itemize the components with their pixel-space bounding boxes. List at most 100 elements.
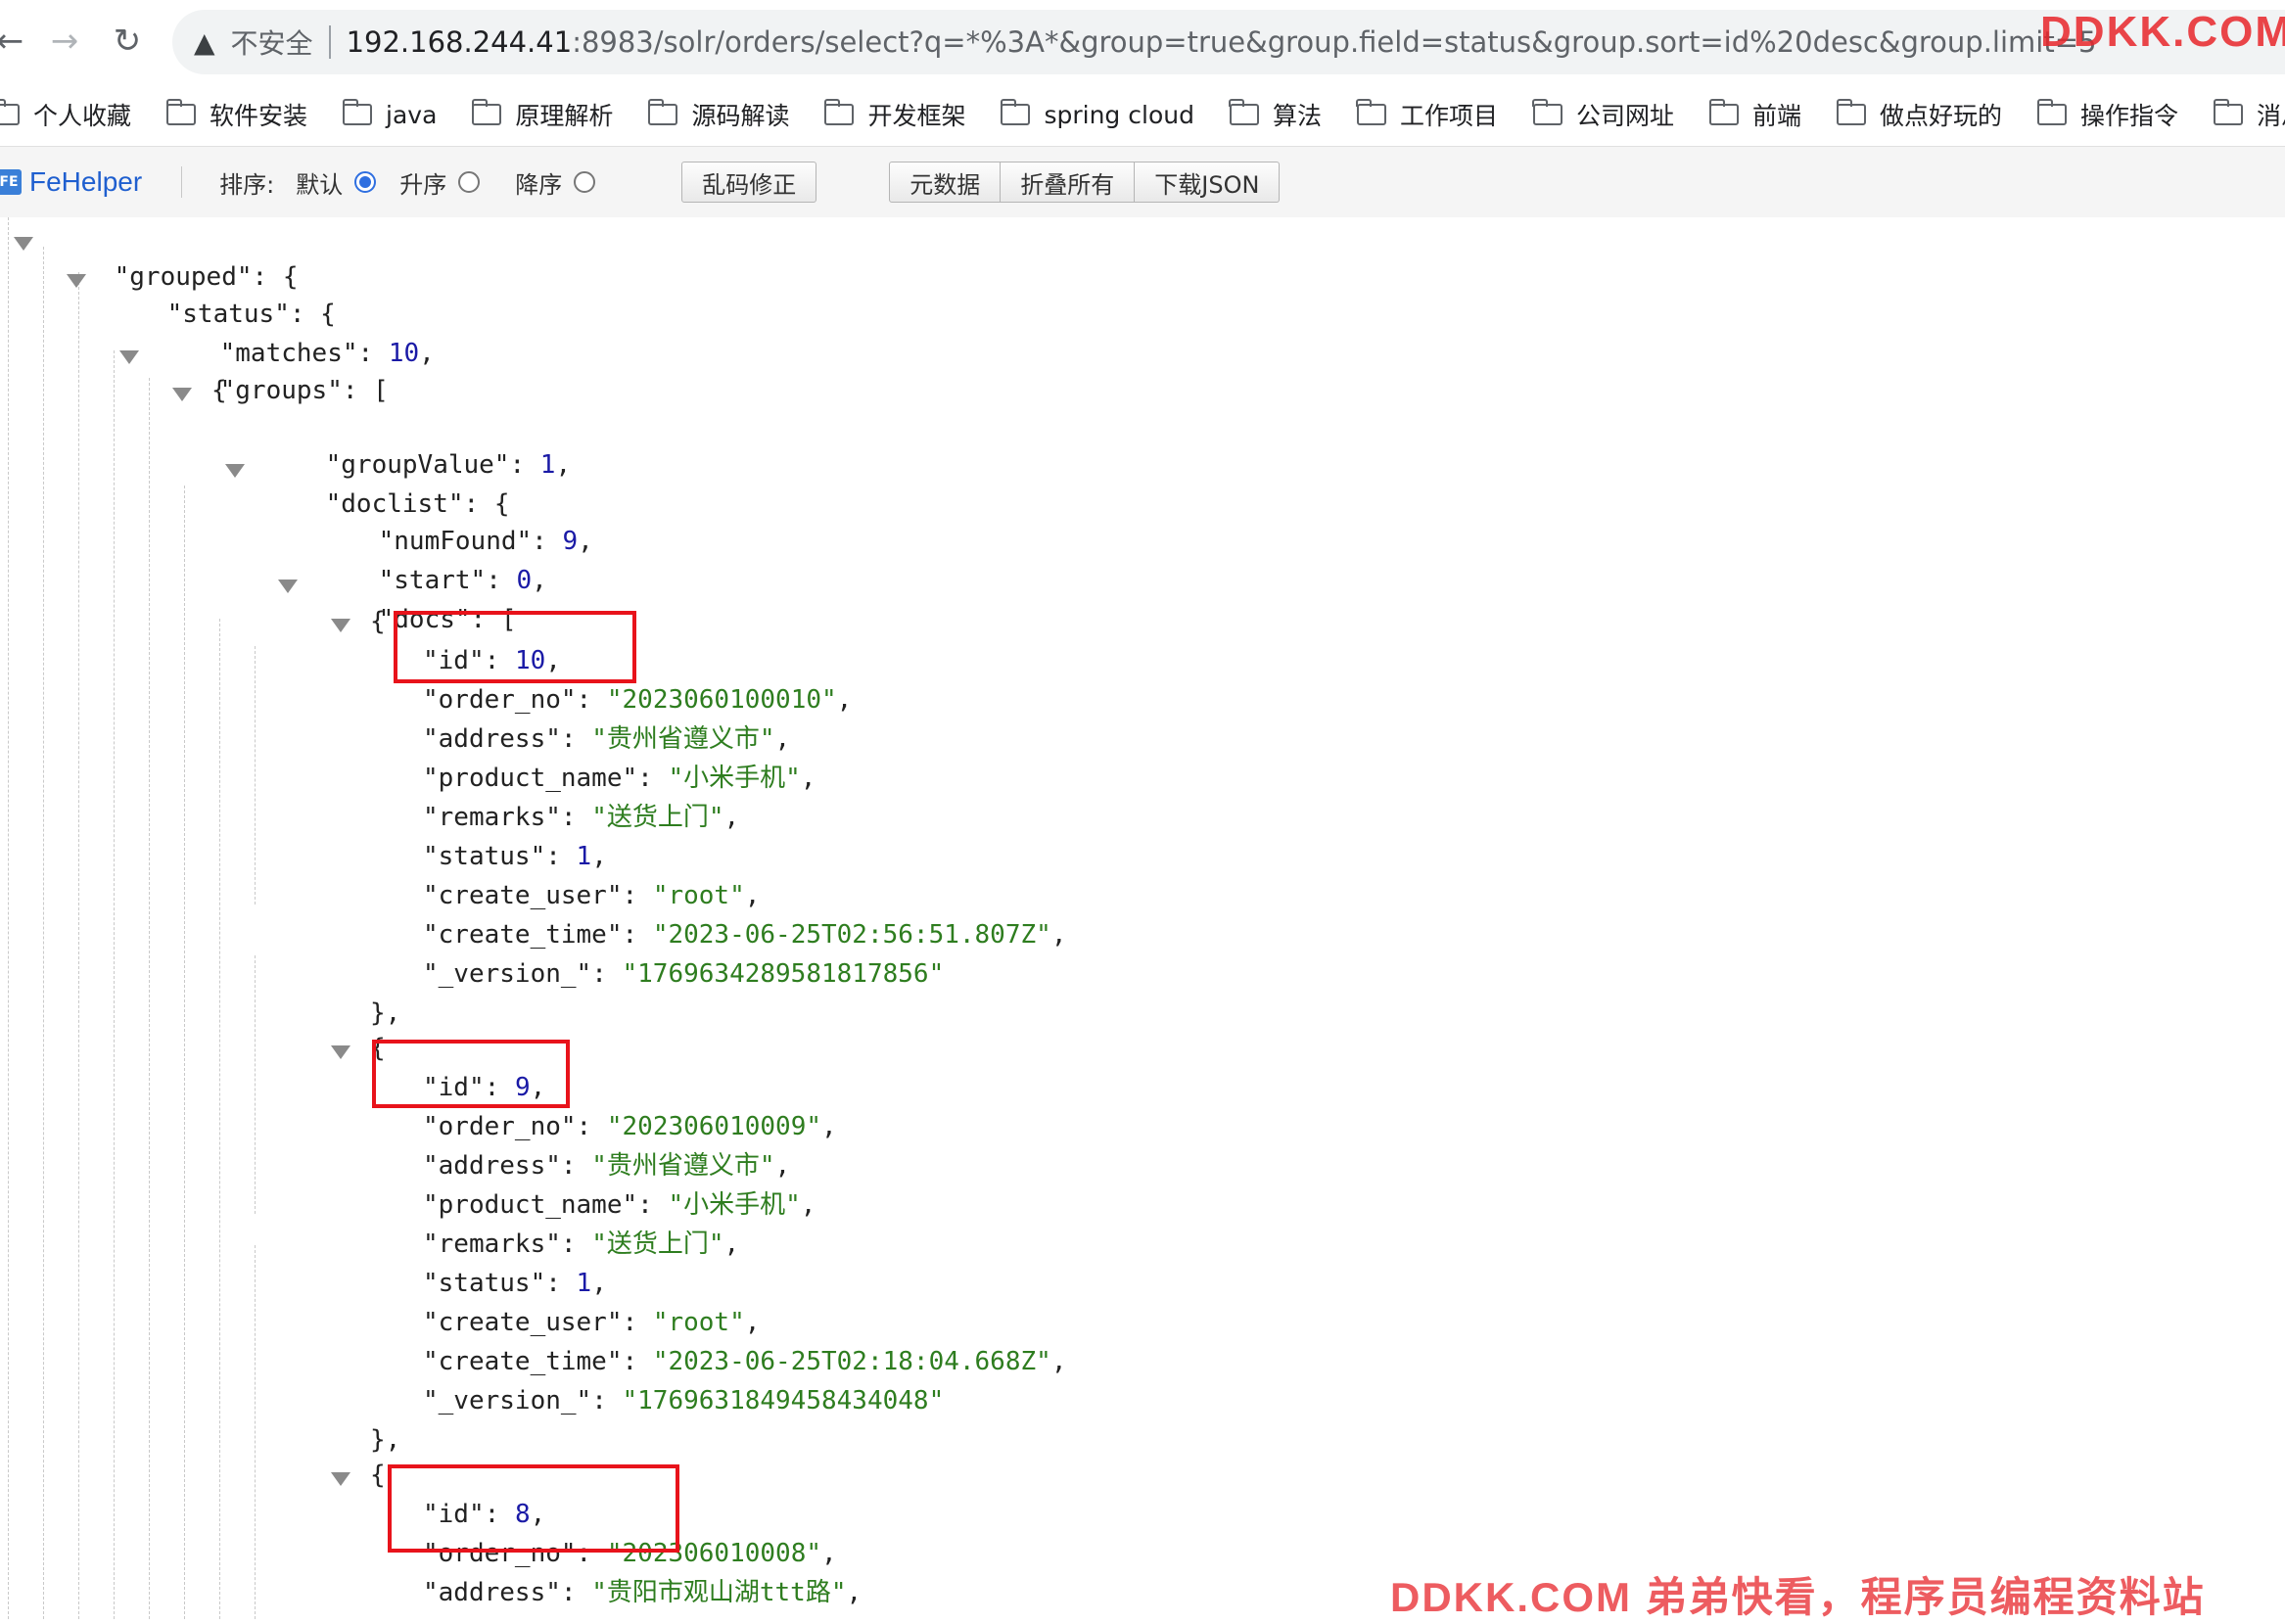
json-key: "remarks"	[423, 803, 561, 832]
json-key: "address"	[423, 1151, 561, 1181]
collapse-toggle-icon[interactable]	[225, 464, 245, 478]
bookmark-label: 源码解读	[691, 102, 790, 130]
json-line: "groups": [	[219, 376, 389, 405]
json-line: "status": 1,	[423, 1269, 607, 1298]
bookmark-item[interactable]: java	[342, 99, 437, 129]
url-path[interactable]: :8983/solr/orders/select?q=*%3A*&group=t…	[572, 25, 2096, 59]
bookmark-item[interactable]: spring cloud	[1000, 99, 1194, 129]
bookmark-item[interactable]: 开发框架	[823, 97, 966, 132]
json-number: 9	[562, 527, 579, 556]
json-key: "status"	[423, 842, 546, 871]
reload-icon[interactable]: ↻	[104, 16, 151, 67]
bookmark-label: 开发框架	[867, 102, 966, 130]
fehelper-brand[interactable]: FeHelper	[29, 166, 142, 198]
watermark-top: DDKK.COM	[2040, 8, 2285, 56]
bookmark-item[interactable]: 操作指令	[2036, 97, 2178, 132]
json-line: "groupValue": 1,	[325, 450, 572, 480]
sort-option-label: 降序	[515, 170, 563, 199]
browser-toolbar: ← → ↻ ▲ 不安全 192.168.244.41:8983/solr/ord…	[0, 0, 2285, 83]
radio-default[interactable]	[354, 171, 377, 193]
highlight-box	[394, 611, 636, 683]
fix-encoding-button[interactable]: 乱码修正	[681, 162, 817, 203]
folder-icon	[1532, 99, 1562, 125]
bookmark-item[interactable]: 源码解读	[647, 97, 790, 132]
json-number: 1	[539, 450, 556, 480]
json-key: "_version_"	[423, 959, 592, 989]
json-line: "numFound": 9,	[378, 527, 593, 556]
bookmark-label: 前端	[1752, 102, 1802, 130]
collapse-toggle-icon[interactable]	[14, 237, 33, 251]
bookmark-item[interactable]: 工作项目	[1356, 97, 1498, 132]
folder-icon	[1708, 99, 1739, 125]
folder-icon	[165, 99, 197, 125]
sort-option-desc[interactable]: 降序	[515, 165, 596, 200]
json-line: {	[370, 1461, 386, 1490]
folder-icon	[2036, 99, 2068, 125]
bookmark-item[interactable]: 算法	[1229, 97, 1322, 132]
bookmark-item[interactable]: 消息中间	[2213, 97, 2285, 132]
metadata-button[interactable]: 元数据	[889, 162, 1002, 203]
download-json-button[interactable]: 下载JSON	[1135, 162, 1281, 203]
collapse-all-button[interactable]: 折叠所有	[1001, 162, 1136, 203]
sort-option-label: 默认	[296, 170, 344, 199]
bookmark-item[interactable]: 公司网址	[1532, 97, 1674, 132]
json-line: {	[211, 376, 227, 405]
json-key: "create_time"	[423, 920, 623, 950]
warning-triangle-icon[interactable]: ▲	[194, 26, 215, 59]
indent-guide	[149, 378, 150, 1619]
json-line: "order_no": "202306010009",	[423, 1112, 837, 1141]
collapse-toggle-icon[interactable]	[331, 1472, 350, 1486]
json-string: "小米手机"	[668, 764, 801, 793]
bookmark-item[interactable]: 个人收藏	[0, 97, 131, 132]
bookmark-item[interactable]: 原理解析	[471, 97, 613, 132]
sort-option-default[interactable]: 默认	[296, 165, 377, 200]
radio-desc[interactable]	[574, 171, 596, 193]
bookmark-item[interactable]: 软件安装	[165, 97, 308, 132]
json-key: "create_time"	[423, 1347, 623, 1376]
json-key: "address"	[423, 724, 561, 754]
json-line: },	[370, 998, 401, 1028]
url-host[interactable]: 192.168.244.41	[347, 25, 573, 59]
json-key: "create_user"	[423, 1308, 623, 1337]
folder-icon	[1000, 99, 1031, 125]
bookmark-item[interactable]: 做点好玩的	[1836, 97, 2002, 132]
bookmark-label: 消息中间	[2257, 102, 2285, 130]
bookmark-label: 软件安装	[210, 102, 308, 130]
fehelper-logo-icon: FE	[0, 169, 22, 195]
address-separator	[328, 25, 331, 59]
json-line: "grouped": {	[114, 262, 299, 292]
radio-asc[interactable]	[458, 171, 481, 193]
json-line: "product_name": "小米手机",	[423, 764, 816, 793]
json-string: "送货上门"	[591, 803, 724, 832]
json-string: "2023060100010"	[606, 685, 837, 715]
json-key: "order_no"	[423, 1112, 577, 1141]
json-line: "remarks": "送货上门",	[423, 803, 740, 832]
folder-icon	[1356, 99, 1386, 125]
json-string: "1769631849458434048"	[622, 1386, 945, 1415]
sort-option-asc[interactable]: 升序	[399, 165, 481, 200]
insecure-label[interactable]: 不安全	[231, 23, 313, 62]
collapse-toggle-icon[interactable]	[278, 580, 298, 593]
bookmark-item[interactable]: 前端	[1708, 97, 1802, 132]
address-bar[interactable]: ▲ 不安全 192.168.244.41:8983/solr/orders/se…	[172, 10, 2285, 74]
json-number: 1	[576, 842, 592, 871]
collapse-toggle-icon[interactable]	[331, 1045, 350, 1059]
json-line: "address": "贵州省遵义市",	[423, 724, 791, 754]
bookmark-label: 公司网址	[1575, 102, 1674, 130]
indent-guide	[255, 1245, 256, 1619]
json-line: "doclist": {	[325, 489, 510, 519]
forward-arrow-icon[interactable]: →	[41, 16, 88, 67]
json-line: "product_name": "小米手机",	[423, 1190, 816, 1220]
json-key: "create_user"	[423, 881, 623, 910]
highlight-box	[388, 1464, 679, 1553]
json-line: "create_user": "root",	[423, 881, 761, 910]
action-button-group: 元数据 折叠所有 下载JSON	[889, 162, 1281, 203]
json-line: },	[370, 1425, 401, 1455]
fehelper-toolbar: FE FeHelper 排序: 默认 升序 降序 乱码修正 元数据 折叠所有 下…	[0, 147, 2285, 218]
json-number: 10	[388, 339, 420, 368]
back-arrow-icon[interactable]: ←	[0, 16, 33, 67]
json-key: "status"	[423, 1269, 546, 1298]
indent-guide	[114, 350, 115, 1619]
json-key: "remarks"	[423, 1230, 561, 1259]
json-string: "小米手机"	[668, 1190, 801, 1220]
